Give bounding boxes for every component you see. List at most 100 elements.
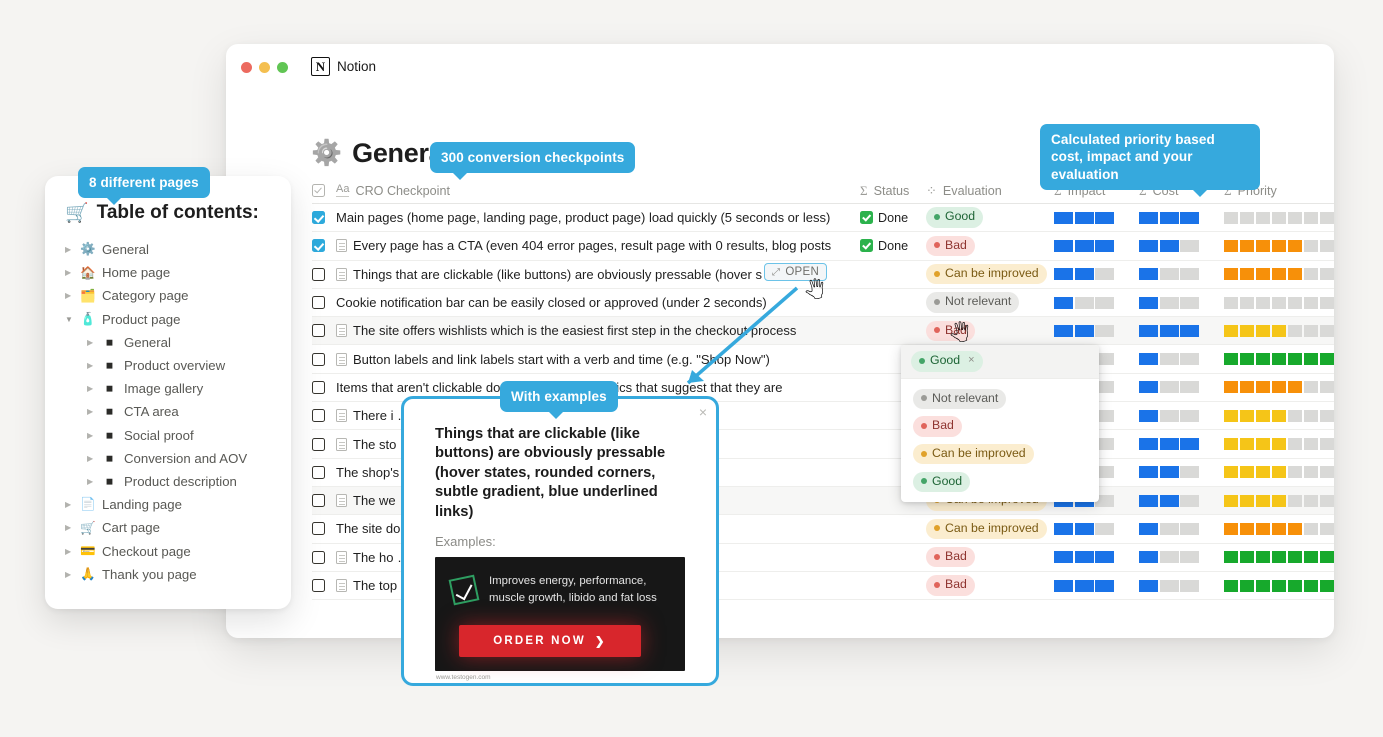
row-priority-cell[interactable] <box>1224 381 1334 394</box>
row-evaluation-cell[interactable]: Good <box>926 207 1054 228</box>
close-window-button[interactable] <box>241 62 252 73</box>
row-checkbox[interactable] <box>312 437 336 451</box>
row-checkbox[interactable] <box>312 465 336 479</box>
row-impact-cell[interactable] <box>1054 551 1139 564</box>
row-cost-cell[interactable] <box>1139 324 1224 337</box>
row-cost-cell[interactable] <box>1139 466 1224 479</box>
order-now-button[interactable]: ORDER NOW ❯ <box>459 625 641 658</box>
row-priority-cell[interactable] <box>1224 551 1334 564</box>
dropdown-option[interactable]: Bad <box>901 412 1099 440</box>
row-priority-cell[interactable] <box>1224 268 1334 281</box>
chevron-right-icon[interactable]: ▶ <box>87 454 95 463</box>
dropdown-selected-value[interactable]: Good × <box>901 345 1099 379</box>
toc-item-checkout-page[interactable]: ▶ 💳 Checkout page <box>65 539 271 562</box>
toc-item-product-description[interactable]: ▶ ◼ Product description <box>65 470 271 493</box>
chevron-right-icon[interactable]: ▶ <box>65 570 73 579</box>
row-evaluation-cell[interactable]: Bad <box>926 547 1054 568</box>
row-evaluation-cell[interactable]: Bad <box>926 575 1054 596</box>
zoom-window-button[interactable] <box>277 62 288 73</box>
row-checkbox[interactable] <box>312 522 336 536</box>
column-header-name[interactable]: Aa CRO Checkpoint <box>336 184 860 198</box>
row-checkbox[interactable] <box>312 579 336 592</box>
row-priority-cell[interactable] <box>1224 494 1334 507</box>
evaluation-dropdown[interactable]: Good × Not relevant Bad Can be improved Goo… <box>901 345 1099 503</box>
row-checkbox[interactable] <box>312 239 336 253</box>
chevron-right-icon[interactable]: ▶ <box>65 245 73 254</box>
row-priority-cell[interactable] <box>1224 324 1334 337</box>
column-header-status[interactable]: Σ Status <box>860 183 926 199</box>
toc-item-cart-page[interactable]: ▶ 🛒 Cart page <box>65 516 271 539</box>
row-evaluation-cell[interactable]: Can be improved <box>926 518 1054 540</box>
chevron-right-icon[interactable]: ▶ <box>87 338 95 347</box>
row-name-cell[interactable]: The site offers wishlists which is the e… <box>336 323 860 338</box>
row-evaluation-cell[interactable]: Not relevant <box>926 292 1054 313</box>
chevron-right-icon[interactable]: ▶ <box>87 384 95 393</box>
table-row[interactable]: Button labels and link labels start with… <box>312 345 1334 374</box>
dropdown-option[interactable]: Can be improved <box>901 440 1099 468</box>
dropdown-option[interactable]: Not relevant <box>901 385 1099 413</box>
row-checkbox[interactable] <box>312 211 336 225</box>
toc-item-general[interactable]: ▶ ◼ General <box>65 331 271 354</box>
row-cost-cell[interactable] <box>1139 353 1224 366</box>
close-icon[interactable]: × <box>699 404 707 420</box>
row-impact-cell[interactable] <box>1054 579 1139 592</box>
row-cost-cell[interactable] <box>1139 409 1224 422</box>
row-impact-cell[interactable] <box>1054 211 1139 224</box>
row-checkbox[interactable] <box>312 296 336 310</box>
row-priority-cell[interactable] <box>1224 438 1334 451</box>
row-cost-cell[interactable] <box>1139 579 1224 592</box>
remove-value-icon[interactable]: × <box>968 354 974 368</box>
row-cost-cell[interactable] <box>1139 296 1224 309</box>
row-impact-cell[interactable] <box>1054 522 1139 535</box>
row-priority-cell[interactable] <box>1224 522 1334 535</box>
row-checkbox[interactable] <box>312 494 336 508</box>
row-checkbox[interactable] <box>312 352 336 366</box>
toc-item-conversion-and-aov[interactable]: ▶ ◼ Conversion and AOV <box>65 447 271 470</box>
chevron-right-icon[interactable]: ▶ <box>87 431 95 440</box>
row-cost-cell[interactable] <box>1139 381 1224 394</box>
row-priority-cell[interactable] <box>1224 211 1334 224</box>
toc-item-product-page[interactable]: ▼ 🧴 Product page <box>65 308 271 331</box>
toc-item-home-page[interactable]: ▶ 🏠 Home page <box>65 261 271 284</box>
row-evaluation-cell[interactable]: Bad <box>926 235 1054 257</box>
row-name-cell[interactable]: Main pages (home page, landing page, pro… <box>336 210 860 225</box>
column-header-evaluation[interactable]: ⁘ Evaluation <box>926 183 1054 199</box>
row-evaluation-cell[interactable]: Bad <box>926 320 1054 342</box>
toc-item-product-overview[interactable]: ▶ ◼ Product overview <box>65 354 271 377</box>
row-impact-cell[interactable] <box>1054 324 1139 337</box>
row-name-cell[interactable]: Cookie notification bar can be easily cl… <box>336 295 860 310</box>
row-priority-cell[interactable] <box>1224 579 1334 592</box>
row-checkbox[interactable] <box>312 267 336 281</box>
chevron-right-icon[interactable]: ▶ <box>65 291 73 300</box>
row-evaluation-cell[interactable]: Can be improved <box>926 264 1054 285</box>
toc-item-social-proof[interactable]: ▶ ◼ Social proof <box>65 424 271 447</box>
row-cost-cell[interactable] <box>1139 522 1224 535</box>
toc-item-thank-you-page[interactable]: ▶ 🙏 Thank you page <box>65 563 271 586</box>
row-priority-cell[interactable] <box>1224 409 1334 422</box>
chevron-right-icon[interactable]: ▶ <box>65 547 73 556</box>
select-all-checkbox[interactable] <box>312 184 336 197</box>
row-impact-cell[interactable] <box>1054 296 1139 309</box>
row-status-cell[interactable]: Done <box>860 211 926 225</box>
row-checkbox[interactable] <box>312 380 336 394</box>
row-cost-cell[interactable] <box>1139 551 1224 564</box>
row-checkbox[interactable] <box>312 409 336 423</box>
row-cost-cell[interactable] <box>1139 239 1224 252</box>
toc-item-image-gallery[interactable]: ▶ ◼ Image gallery <box>65 377 271 400</box>
table-row[interactable]: Main pages (home page, landing page, pro… <box>312 204 1334 233</box>
row-cost-cell[interactable] <box>1139 438 1224 451</box>
chevron-right-icon[interactable]: ▶ <box>65 268 73 277</box>
table-row[interactable]: Every page has a CTA (even 404 error pag… <box>312 232 1334 261</box>
toc-item-general[interactable]: ▶ ⚙️ General <box>65 238 271 261</box>
row-priority-cell[interactable] <box>1224 239 1334 252</box>
minimize-window-button[interactable] <box>259 62 270 73</box>
row-name-cell[interactable]: Button labels and link labels start with… <box>336 352 860 367</box>
toc-item-category-page[interactable]: ▶ 🗂️ Category page <box>65 284 271 307</box>
row-cost-cell[interactable] <box>1139 211 1224 224</box>
row-impact-cell[interactable] <box>1054 268 1139 281</box>
row-priority-cell[interactable] <box>1224 353 1334 366</box>
chevron-right-icon[interactable]: ▶ <box>87 477 95 486</box>
toc-item-landing-page[interactable]: ▶ 📄 Landing page <box>65 493 271 516</box>
row-checkbox[interactable] <box>312 324 336 338</box>
toc-item-cta-area[interactable]: ▶ ◼ CTA area <box>65 400 271 423</box>
